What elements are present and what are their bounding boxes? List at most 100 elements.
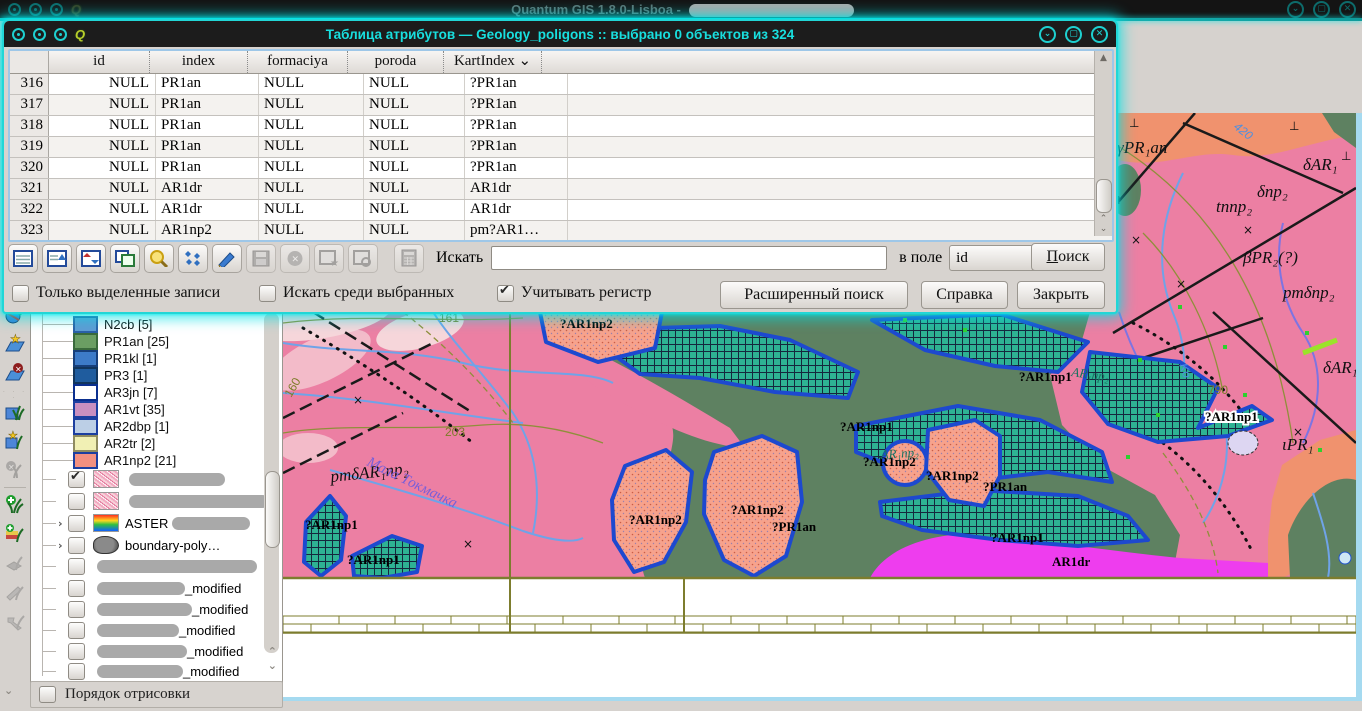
layer-item[interactable]: _modified (31, 622, 235, 639)
dialog-button-2-icon[interactable] (33, 28, 46, 41)
minimize-icon[interactable]: ⌄ (1287, 1, 1304, 18)
table-row[interactable]: 323NULLAR1np2NULLNULLpm?AR1… (10, 221, 1112, 242)
column-header-index[interactable]: index (150, 51, 248, 73)
legend-item-AR2dbp[interactable]: AR2dbp [1] (31, 418, 169, 434)
attribute-table: idindexformaciyaporodaKartIndex ⌄ 316NUL… (8, 49, 1114, 242)
legend-item-N2cb[interactable]: N2cb [5] (31, 316, 152, 332)
maximize-icon[interactable]: ▢ (1313, 1, 1330, 18)
grass-add-vector-icon[interactable] (2, 492, 28, 518)
layer-item[interactable]: _modified (31, 643, 243, 660)
layer-visibility-checkbox[interactable] (68, 580, 85, 597)
layers-scrollbar-thumb[interactable] (265, 471, 280, 548)
layer-item[interactable]: _modified (31, 663, 239, 680)
close-icon[interactable]: ✕ (1339, 1, 1356, 18)
footer-checkbox-2[interactable]: Учитывать регистр (497, 284, 652, 302)
column-header-KartIndex[interactable]: KartIndex ⌄ (444, 51, 542, 73)
layer-visibility-checkbox[interactable] (68, 663, 85, 680)
layer-item[interactable] (31, 470, 225, 488)
legend-item-AR1np2[interactable]: AR1np2 [21] (31, 452, 176, 468)
layer-visibility-checkbox[interactable] (68, 471, 85, 488)
footer-checkbox-1[interactable]: Искать среди выбранных (259, 284, 454, 302)
window-menu-icon[interactable] (8, 3, 21, 16)
dialog-titlebar[interactable]: Q Таблица атрибутов — Geology_poligons :… (4, 21, 1116, 47)
table-row[interactable]: 318NULLPR1anNULLNULL?PR1an (10, 116, 1112, 137)
layer-item[interactable] (31, 558, 257, 575)
layer-visibility-checkbox[interactable] (68, 643, 85, 660)
column-header-id[interactable]: id (49, 51, 150, 73)
table-scroll-chevron-up-icon[interactable]: ⌃ (1095, 214, 1112, 224)
table-row[interactable]: 317NULLPR1anNULLNULL?PR1an (10, 95, 1112, 116)
map-label: ?AR1np1 (991, 530, 1044, 545)
grass-add-raster-icon[interactable] (2, 521, 28, 547)
layer-item[interactable]: _modified (31, 580, 241, 597)
footer-checkbox-0[interactable]: Только выделенные записи (12, 284, 220, 302)
layer-item-ASTER[interactable]: ›ASTER (31, 514, 250, 532)
move-selection-top-button[interactable] (42, 244, 72, 273)
layer-item-boundary-poly…[interactable]: ›boundary-poly… (31, 536, 220, 554)
grass-region-icon[interactable] (2, 399, 28, 425)
zoom-to-selection-button[interactable] (144, 244, 174, 273)
expander-icon[interactable]: › (58, 539, 68, 552)
table-row[interactable]: 319NULLPR1anNULLNULL?PR1an (10, 137, 1112, 158)
table-row[interactable]: 316NULLPR1anNULLNULL?PR1an (10, 74, 1112, 95)
table-cell: NULL (259, 200, 364, 220)
column-header-poroda[interactable]: poroda (348, 51, 444, 73)
legend-item-PR3[interactable]: PR3 [1] (31, 367, 147, 383)
save-edits-button (246, 244, 276, 273)
table-scrollbar-thumb[interactable] (1096, 179, 1112, 213)
unselect-all-button[interactable] (8, 244, 38, 273)
close-button[interactable]: Закрыть (1017, 281, 1105, 309)
help-button[interactable]: Справка (921, 281, 1008, 309)
dialog-close-icon[interactable]: ✕ (1091, 26, 1108, 43)
advanced-search-button[interactable]: Расширенный поиск (720, 281, 908, 309)
dialog-menu-icon[interactable] (12, 28, 25, 41)
legend-item-AR1vt[interactable]: AR1vt [35] (31, 401, 165, 417)
table-scroll-chevron-down-icon[interactable]: ⌄ (1095, 224, 1112, 234)
layer-visibility-checkbox[interactable] (68, 601, 85, 618)
tree-stub (42, 566, 56, 567)
invert-selection-button[interactable] (76, 244, 106, 273)
layer-visibility-checkbox[interactable] (68, 515, 85, 532)
checkbox[interactable] (12, 285, 29, 302)
draw-order-checkbox[interactable] (39, 686, 56, 703)
checkbox-checked[interactable] (497, 285, 514, 302)
layer-item[interactable] (31, 492, 269, 510)
grass-new-mapset-icon[interactable]: ★ (2, 428, 28, 454)
legend-item-PR1kl[interactable]: PR1kl [1] (31, 350, 157, 366)
layer-visibility-checkbox[interactable] (68, 622, 85, 639)
table-row[interactable]: 322NULLAR1drNULLNULLAR1dr (10, 200, 1112, 221)
search-button[interactable]: Поиск (1031, 243, 1105, 271)
table-row[interactable]: 321NULLAR1drNULLNULLAR1dr (10, 179, 1112, 200)
legend-swatch (73, 452, 98, 469)
layer-visibility-checkbox[interactable] (68, 558, 85, 575)
dialog-button-3-icon[interactable] (54, 28, 67, 41)
dialog-maximize-icon[interactable]: ▢ (1065, 26, 1082, 43)
table-scrollbar[interactable]: ▲ ⌃ ⌄ (1094, 51, 1112, 236)
copy-rows-button[interactable] (110, 244, 140, 273)
pan-to-selection-button[interactable] (178, 244, 208, 273)
svg-text:✕: ✕ (292, 254, 300, 264)
table-row[interactable]: 320NULLPR1anNULLNULL?PR1an (10, 158, 1112, 179)
layer-visibility-checkbox[interactable] (68, 537, 85, 554)
table-scroll-up-icon[interactable]: ▲ (1095, 53, 1112, 63)
window-button-2-icon[interactable] (29, 3, 42, 16)
search-input[interactable] (491, 246, 887, 270)
legend-item-AR3jn[interactable]: AR3jn [7] (31, 384, 157, 400)
toggle-editing-button[interactable] (212, 244, 242, 273)
legend-item-AR2tr[interactable]: AR2tr [2] (31, 435, 155, 451)
table-cell: NULL (364, 200, 465, 220)
legend-item-PR1an[interactable]: PR1an [25] (31, 333, 169, 349)
dialog-minimize-icon[interactable]: ⌄ (1039, 26, 1056, 43)
scroll-down-icon[interactable]: ⌄ (268, 659, 277, 672)
toolbar-overflow-icon[interactable]: ⌄ (4, 684, 13, 697)
layer-item[interactable]: _modified (31, 601, 248, 618)
layers-scrollbar[interactable] (264, 313, 279, 653)
scroll-up-icon[interactable]: ⌃ (268, 645, 277, 658)
checkbox[interactable] (259, 285, 276, 302)
layer-visibility-checkbox[interactable] (68, 493, 85, 510)
window-button-3-icon[interactable] (50, 3, 63, 16)
new-vector-layer-icon[interactable]: ★ (2, 331, 28, 357)
column-header-formaciya[interactable]: formaciya (248, 51, 348, 73)
remove-vector-layer-icon[interactable]: ✕ (2, 360, 28, 386)
expander-icon[interactable]: › (58, 517, 68, 530)
